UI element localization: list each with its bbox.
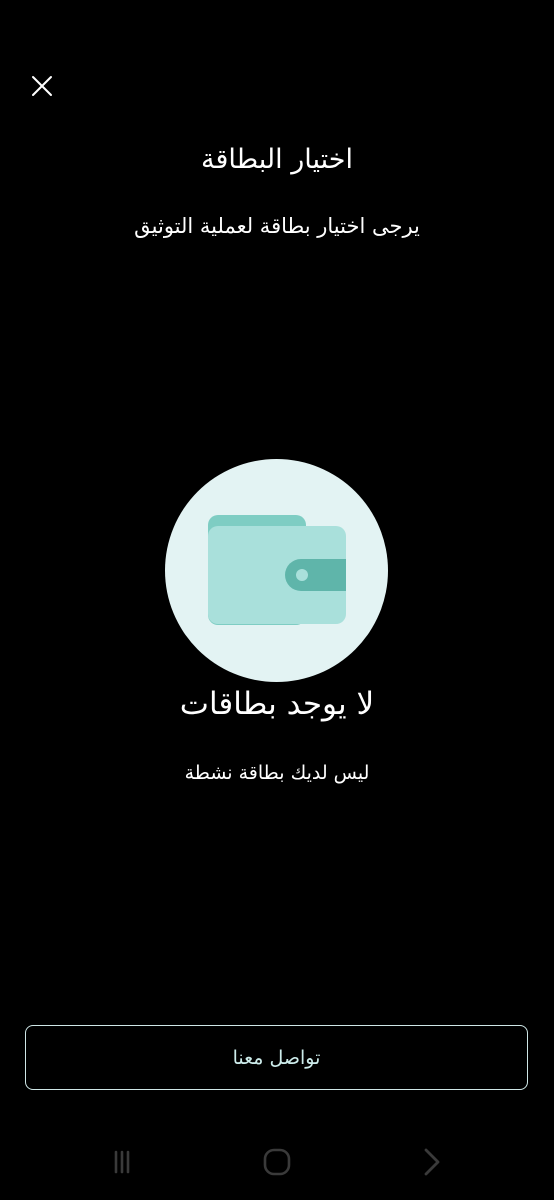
empty-state-illustration xyxy=(165,459,388,682)
back-icon xyxy=(420,1147,444,1181)
contact-us-label: تواصل معنا xyxy=(232,1046,321,1069)
recents-icon xyxy=(108,1148,136,1180)
page-subtitle: يرجى اختيار بطاقة لعملية التوثيق xyxy=(134,214,420,238)
close-icon xyxy=(31,75,53,101)
wallet-icon xyxy=(208,515,346,625)
empty-state-description: ليس لديك بطاقة نشطة xyxy=(184,762,370,784)
empty-state-title: لا يوجد بطاقات xyxy=(179,686,375,722)
back-button[interactable] xyxy=(412,1144,452,1184)
contact-us-button[interactable]: تواصل معنا xyxy=(25,1025,528,1090)
home-button[interactable] xyxy=(257,1144,297,1184)
page-title: اختيار البطاقة xyxy=(201,144,353,175)
close-button[interactable] xyxy=(22,68,62,108)
system-navigation-bar xyxy=(0,1128,554,1200)
home-icon xyxy=(262,1147,292,1181)
recents-button[interactable] xyxy=(102,1144,142,1184)
